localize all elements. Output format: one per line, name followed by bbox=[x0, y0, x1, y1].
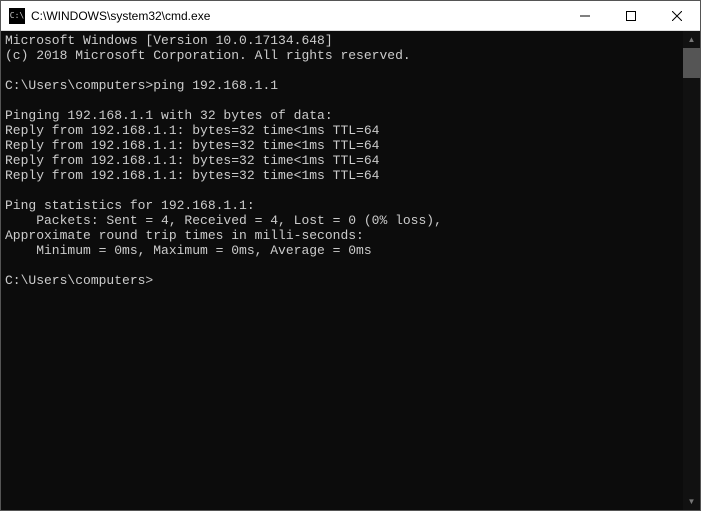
scroll-up-arrow-icon[interactable]: ▲ bbox=[683, 31, 700, 48]
terminal-output[interactable]: Microsoft Windows [Version 10.0.17134.64… bbox=[1, 31, 683, 510]
titlebar[interactable]: C:\ C:\WINDOWS\system32\cmd.exe bbox=[1, 1, 700, 31]
close-icon bbox=[672, 11, 682, 21]
close-button[interactable] bbox=[654, 1, 700, 30]
maximize-icon bbox=[626, 11, 636, 21]
cmd-window: C:\ C:\WINDOWS\system32\cmd.exe Microsof… bbox=[0, 0, 701, 511]
scroll-track[interactable] bbox=[683, 48, 700, 493]
client-area: Microsoft Windows [Version 10.0.17134.64… bbox=[1, 31, 700, 510]
minimize-icon bbox=[580, 11, 590, 21]
maximize-button[interactable] bbox=[608, 1, 654, 30]
scroll-thumb[interactable] bbox=[683, 48, 700, 78]
window-title: C:\WINDOWS\system32\cmd.exe bbox=[31, 9, 562, 23]
cmd-icon: C:\ bbox=[9, 8, 25, 24]
window-controls bbox=[562, 1, 700, 30]
minimize-button[interactable] bbox=[562, 1, 608, 30]
scroll-down-arrow-icon[interactable]: ▼ bbox=[683, 493, 700, 510]
vertical-scrollbar[interactable]: ▲ ▼ bbox=[683, 31, 700, 510]
